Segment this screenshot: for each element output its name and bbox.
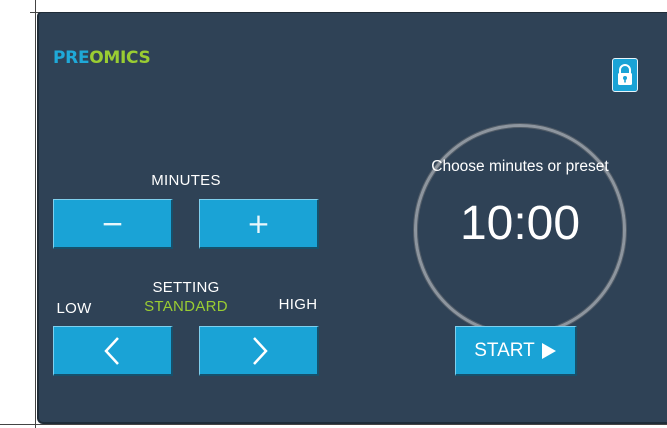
play-icon — [541, 342, 556, 359]
setting-low-label: LOW — [56, 300, 92, 317]
setting-next-button[interactable] — [199, 326, 319, 376]
minutes-label: MINUTES — [151, 172, 221, 189]
chevron-right-icon — [252, 336, 268, 365]
brand-logo-part2: OMICS — [89, 48, 151, 68]
timer-prompt: Choose minutes or preset — [431, 158, 609, 175]
setting-label: SETTING — [152, 279, 220, 296]
chevron-left-icon — [103, 336, 119, 365]
brand-logo-part1: PRE — [53, 48, 90, 68]
minus-icon: − — [100, 206, 125, 240]
minutes-decrease-button[interactable]: − — [53, 199, 173, 249]
start-button[interactable]: START — [455, 326, 577, 376]
sketch-line-left — [35, 0, 36, 428]
minutes-increase-button[interactable]: + — [199, 199, 319, 249]
sketch-line-bottom — [0, 424, 667, 425]
timer-display: 10:00 — [459, 197, 581, 250]
setting-prev-button[interactable] — [53, 326, 173, 376]
brand-logo: PREOMICS — [53, 48, 151, 68]
plus-icon: + — [246, 206, 271, 240]
lock-icon — [618, 64, 632, 85]
setting-current-value: STANDARD — [144, 298, 228, 315]
start-button-label: START — [474, 339, 535, 361]
setting-high-label: HIGH — [278, 296, 318, 313]
lock-button[interactable] — [612, 58, 638, 92]
